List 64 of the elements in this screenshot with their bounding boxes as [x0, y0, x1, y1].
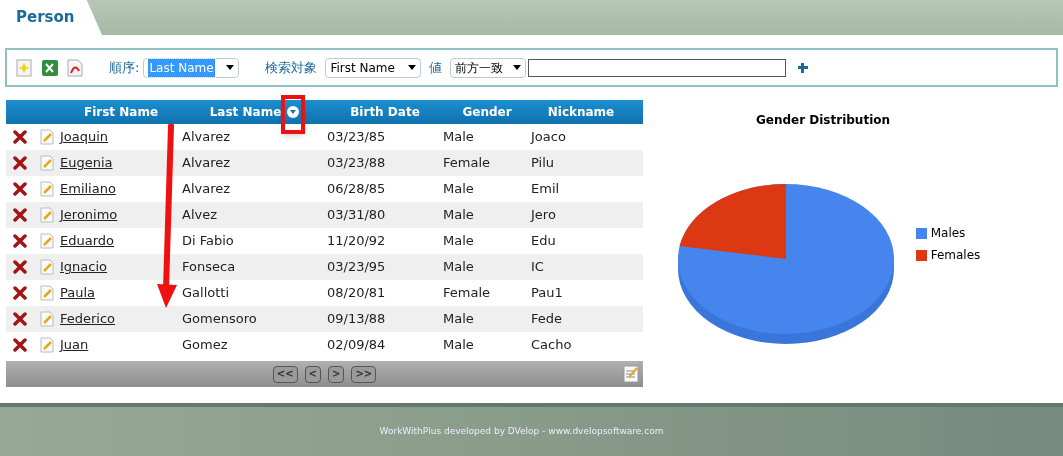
footer-text: WorkWithPlus developed by DVelop - www.dvelopsoftware.com	[379, 424, 664, 438]
column-header[interactable]: Nickname	[547, 103, 615, 121]
column-header[interactable]: Birth Date	[350, 103, 420, 121]
table-cell: 11/20/92	[327, 233, 386, 249]
table-cell: Male	[443, 207, 474, 223]
table-cell: 03/23/88	[327, 155, 386, 171]
table-cell: Female	[443, 155, 490, 171]
person-tab[interactable]: Person	[0, 0, 102, 35]
person-name-link[interactable]: Paula	[60, 285, 96, 301]
table-cell: 03/23/95	[327, 259, 386, 275]
person-name-link[interactable]: Eugenia	[60, 155, 113, 171]
table-cell: Emil	[531, 181, 560, 197]
pager-button[interactable]: <<	[272, 365, 298, 383]
legend-label: Females	[930, 247, 981, 264]
table-cell: 09/13/88	[327, 311, 386, 327]
pager-button[interactable]: >	[328, 365, 345, 383]
search-field-select[interactable]: First Name	[325, 57, 422, 78]
table-cell: Pau1	[531, 285, 563, 301]
legend-label: Males	[930, 225, 966, 242]
table-cell: Gomensoro	[182, 311, 257, 327]
person-name-link[interactable]: Eduardo	[60, 233, 114, 249]
column-header[interactable]: Gender	[462, 103, 512, 121]
person-name-link[interactable]: Emiliano	[60, 181, 116, 197]
person-name-link[interactable]: Federico	[60, 311, 116, 327]
table-cell: IC	[531, 259, 544, 275]
table-cell: Pilu	[531, 155, 555, 171]
table-cell: Male	[443, 337, 474, 353]
order-label: 順序:	[109, 58, 140, 77]
table-cell: Joaco	[531, 129, 566, 145]
column-header[interactable]: Last Name	[209, 103, 282, 121]
table-cell: Fonseca	[182, 259, 236, 275]
chart-title: Gender Distribution	[755, 112, 891, 129]
table-cell: Male	[443, 129, 474, 145]
table-cell: Male	[443, 233, 474, 249]
table-cell: Male	[443, 259, 474, 275]
value-label: 値	[429, 58, 443, 77]
table-cell: 02/09/84	[327, 337, 386, 353]
table-cell: Jero	[531, 207, 556, 223]
table-cell: Female	[443, 285, 490, 301]
person-name-link[interactable]: Joaquin	[60, 129, 109, 145]
person-name-link[interactable]: Juan	[60, 337, 89, 353]
table-cell: 06/28/85	[327, 181, 386, 197]
table-cell: Alvarez	[182, 129, 231, 145]
match-mode-select[interactable]: 前方一致	[450, 57, 527, 78]
table-cell: Cacho	[531, 337, 572, 353]
column-header[interactable]: First Name	[83, 103, 159, 121]
table-cell: Di Fabio	[182, 233, 234, 249]
table-cell: Alvarez	[182, 181, 231, 197]
table-cell: Gallotti	[182, 285, 230, 301]
table-cell: Alvez	[182, 207, 218, 223]
pager-button[interactable]: <	[304, 365, 321, 383]
table-cell: Male	[443, 181, 474, 197]
person-name-link[interactable]: Ignacio	[60, 259, 107, 275]
table-cell: 08/20/81	[327, 285, 386, 301]
person-name-link[interactable]: Jeronimo	[60, 207, 118, 223]
search-by-label: 検索対象	[265, 58, 318, 77]
table-cell: Male	[443, 311, 474, 327]
table-cell: Edu	[531, 233, 556, 249]
table-cell: Gomez	[182, 337, 228, 353]
pager-button[interactable]: >>	[351, 365, 377, 383]
table-cell: 03/31/80	[327, 207, 386, 223]
table-cell: Fede	[531, 311, 562, 327]
table-cell: 03/23/85	[327, 129, 386, 145]
table-cell: Alvarez	[182, 155, 231, 171]
